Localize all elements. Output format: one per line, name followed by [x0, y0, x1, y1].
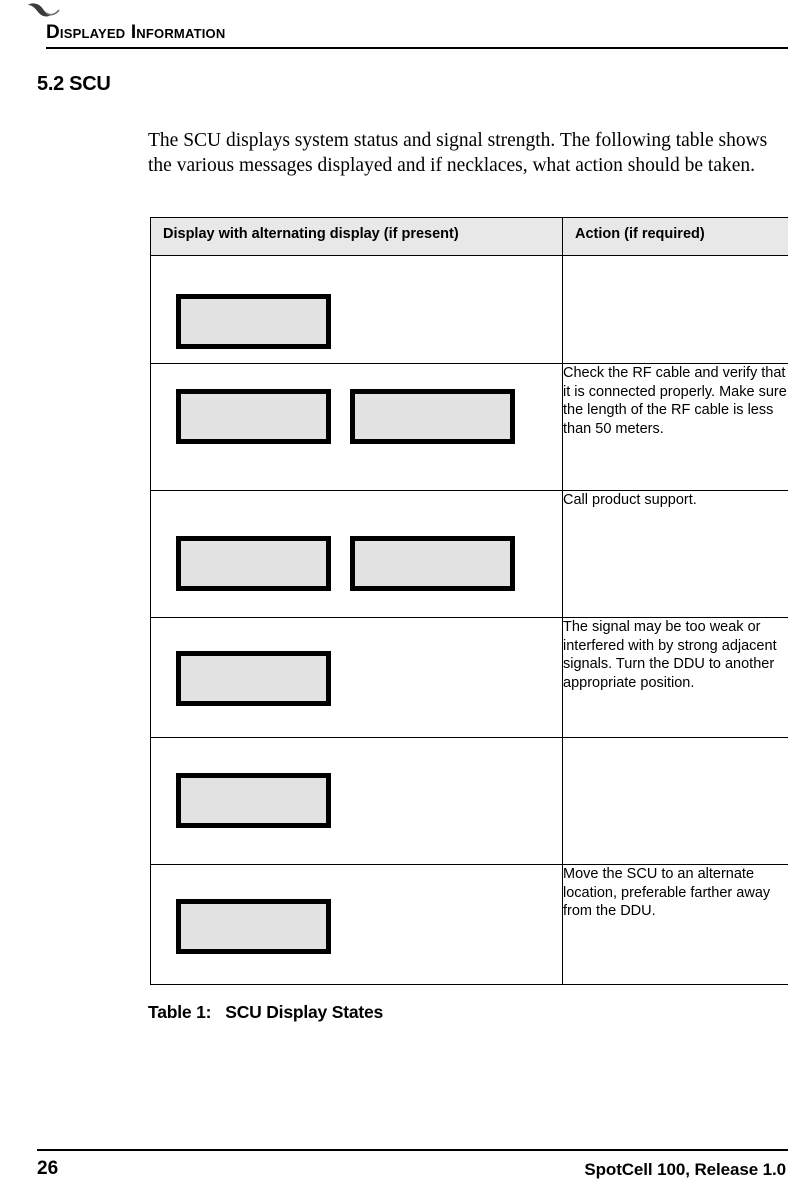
lcd-panel-primary: Y ..:|| CHxxx O. MOVE SCU — [176, 899, 331, 954]
lcd-panel-alternating: CHECK CABLE CONNECTIONS — [350, 389, 515, 444]
column-header-display: Display with alternating display (if pre… — [150, 217, 563, 256]
display-cell: Poor Signal xxx Try turning DDU — [150, 617, 563, 738]
action-cell: The signal may be too weak or interfered… — [562, 617, 788, 738]
table-header-row: Display with alternating display (if pre… — [150, 217, 788, 256]
lcd-line-1: Y ..:|| CHxxx — [186, 947, 326, 949]
lcd-line-1: CHECK CABLE — [360, 437, 510, 439]
action-cell: Move the SCU to an alternate location, p… — [562, 864, 788, 985]
lcd-line-1: OUT OF SERVICE — [186, 584, 326, 586]
action-cell — [562, 255, 788, 364]
lcd-line-1: OUT OF SERVICE — [186, 437, 326, 439]
header-rule — [46, 47, 788, 49]
display-cell: Y ..:|| CHxxx O. MOVE SCU — [150, 864, 563, 985]
lcd-panel-alternating: CALL PRODUCT SUPPORT — [350, 536, 515, 591]
table-row: Poor Signal xxx Try turning DDU The sign… — [150, 617, 788, 738]
table-row: OUT OF SERVICE System Fault xxx CHECK CA… — [150, 363, 788, 491]
table-row: System OK — [150, 255, 788, 364]
action-cell — [562, 737, 788, 865]
lcd-line-1: Poor Signal xxx — [186, 821, 326, 823]
table-row: OUT OF SERVICE System Fault xxx CALL PRO… — [150, 490, 788, 618]
table-caption-number: Table 1: — [148, 1002, 212, 1022]
running-head: Displayed Information — [46, 22, 788, 49]
lcd-line-1: Poor Signal xxx — [186, 699, 326, 701]
intro-paragraph: The SCU displays system status and signa… — [148, 129, 768, 177]
display-cell: OUT OF SERVICE System Fault xxx CALL PRO… — [150, 490, 563, 618]
lcd-line-1: CALL PRODUCT — [360, 584, 510, 586]
table-caption-text: SCU Display States — [225, 1002, 384, 1022]
section-heading: 5.2 SCU — [37, 73, 111, 95]
footer-document-name: SpotCell 100, Release 1.0 — [584, 1160, 786, 1179]
footer-rule — [37, 1149, 788, 1151]
table-caption: Table 1: SCU Display States — [148, 1002, 383, 1023]
display-cell: System OK — [150, 255, 563, 364]
lcd-panel-primary: System OK — [176, 294, 331, 349]
lcd-panel-primary: Poor Signal xxx Try turning DDU — [176, 651, 331, 706]
column-header-action: Action (if required) — [562, 217, 788, 256]
lcd-panel-primary: Poor Signal xxx Searching . . . . — [176, 773, 331, 828]
lcd-panel-primary: OUT OF SERVICE System Fault xxx — [176, 536, 331, 591]
swoosh-logo-icon — [26, 2, 64, 24]
lcd-panel-primary: OUT OF SERVICE System Fault xxx — [176, 389, 331, 444]
action-cell: Check the RF cable and verify that it is… — [562, 363, 788, 491]
table-row: Y ..:|| CHxxx O. MOVE SCU Move the SCU t… — [150, 864, 788, 985]
running-head-title: Displayed Information — [46, 22, 226, 43]
display-cell: OUT OF SERVICE System Fault xxx CHECK CA… — [150, 363, 563, 491]
scu-display-states-table: Display with alternating display (if pre… — [150, 217, 788, 985]
display-cell: Poor Signal xxx Searching . . . . — [150, 737, 563, 865]
table-row: Poor Signal xxx Searching . . . . — [150, 737, 788, 865]
action-cell: Call product support. — [562, 490, 788, 618]
